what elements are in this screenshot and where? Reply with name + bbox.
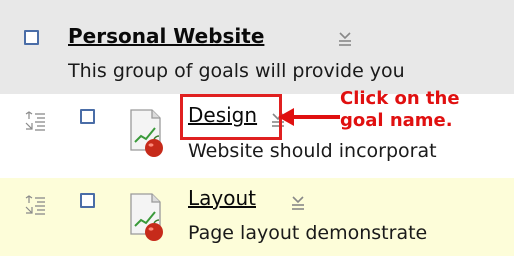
reorder-icon[interactable] — [24, 111, 46, 133]
annotation-callout: Click on the goal name. — [340, 88, 514, 132]
annotation-line-2: goal name. — [340, 110, 453, 131]
goal-checkbox[interactable] — [80, 109, 95, 124]
goal-row-layout: Layout Page layout demonstrate — [0, 178, 514, 256]
reorder-icon[interactable] — [24, 195, 46, 217]
goal-name-highlight-box — [180, 94, 282, 140]
goal-description: Website should incorporat — [188, 140, 437, 162]
goal-description: Page layout demonstrate — [188, 222, 428, 244]
group-checkbox[interactable] — [24, 30, 39, 45]
goal-document-apple-icon — [130, 193, 163, 241]
group-menu-icon[interactable] — [336, 30, 354, 48]
goal-document-apple-icon — [130, 109, 163, 157]
pointer-arrow-icon — [278, 108, 340, 126]
group-title[interactable]: Personal Website — [68, 24, 264, 48]
goal-name-link[interactable]: Layout — [188, 186, 256, 210]
group-description: This group of goals will provide you — [68, 60, 405, 82]
annotation-line-1: Click on the — [340, 88, 460, 109]
goal-group-header: Personal Website This group of goals wil… — [0, 0, 514, 94]
goal-checkbox[interactable] — [80, 193, 95, 208]
goal-menu-icon[interactable] — [289, 194, 307, 212]
